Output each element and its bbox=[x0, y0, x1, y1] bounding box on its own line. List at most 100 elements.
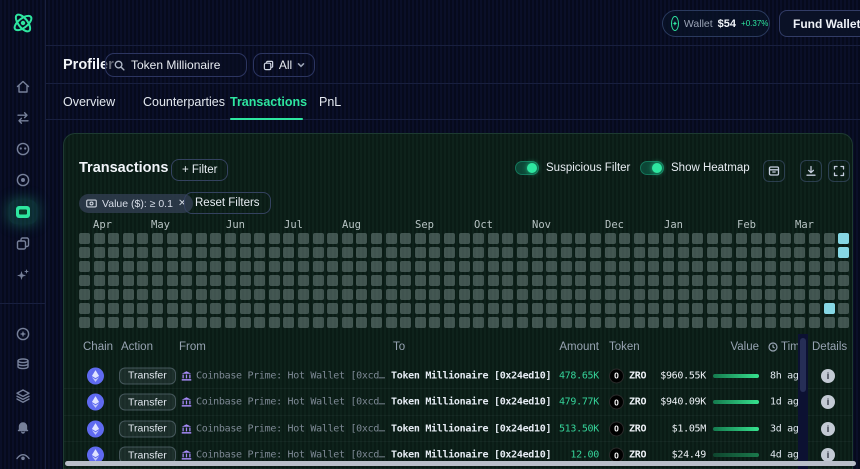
heatmap-cell[interactable] bbox=[210, 275, 221, 286]
heatmap-cell[interactable] bbox=[590, 233, 601, 244]
heatmap-cell[interactable] bbox=[794, 303, 805, 314]
heatmap-cell[interactable] bbox=[371, 261, 382, 272]
heatmap-cell[interactable] bbox=[575, 233, 586, 244]
heatmap-cell[interactable] bbox=[765, 317, 776, 328]
heatmap-cell[interactable] bbox=[459, 317, 470, 328]
heatmap-cell[interactable] bbox=[313, 247, 324, 258]
heatmap-cell[interactable] bbox=[108, 303, 119, 314]
search-input[interactable] bbox=[131, 58, 236, 72]
wallet-balance-button[interactable]: ✦ Wallet $54 +0.37% bbox=[662, 10, 770, 37]
heatmap-cell[interactable] bbox=[240, 247, 251, 258]
heatmap-cell[interactable] bbox=[137, 247, 148, 258]
heatmap-cell[interactable] bbox=[488, 317, 499, 328]
heatmap-cell[interactable] bbox=[225, 289, 236, 300]
heatmap-cell[interactable] bbox=[254, 275, 265, 286]
heatmap-cell[interactable] bbox=[371, 317, 382, 328]
details-info-button[interactable]: i bbox=[821, 369, 835, 383]
heatmap-cell[interactable] bbox=[444, 317, 455, 328]
heatmap-cell[interactable] bbox=[181, 247, 192, 258]
heatmap-cell[interactable] bbox=[459, 289, 470, 300]
heatmap-cell[interactable] bbox=[94, 275, 105, 286]
heatmap-cell[interactable] bbox=[196, 233, 207, 244]
heatmap-cell[interactable] bbox=[838, 317, 849, 328]
heatmap-cell[interactable] bbox=[663, 303, 674, 314]
heatmap-cell[interactable] bbox=[502, 275, 513, 286]
heatmap-cell[interactable] bbox=[254, 247, 265, 258]
heatmap-cell[interactable] bbox=[444, 303, 455, 314]
sidebar-item-copy[interactable] bbox=[9, 233, 37, 255]
from-address[interactable]: Coinbase Prime: Hot Wallet [0xcd… bbox=[196, 450, 388, 461]
heatmap-cell[interactable] bbox=[561, 247, 572, 258]
heatmap-cell[interactable] bbox=[488, 261, 499, 272]
toggle-track[interactable] bbox=[515, 161, 539, 175]
heatmap-cell[interactable] bbox=[356, 303, 367, 314]
heatmap-cell[interactable] bbox=[532, 317, 543, 328]
heatmap-cell[interactable] bbox=[809, 317, 820, 328]
reset-filters-button[interactable]: Reset Filters bbox=[184, 192, 271, 214]
heatmap-cell[interactable] bbox=[269, 317, 280, 328]
heatmap-cell[interactable] bbox=[210, 233, 221, 244]
heatmap-cell[interactable] bbox=[648, 261, 659, 272]
heatmap-cell[interactable] bbox=[152, 289, 163, 300]
heatmap-cell[interactable] bbox=[824, 247, 835, 258]
heatmap-cell[interactable] bbox=[298, 317, 309, 328]
heatmap-cell[interactable] bbox=[254, 303, 265, 314]
fullscreen-button[interactable] bbox=[828, 160, 850, 182]
heatmap-cell[interactable] bbox=[663, 317, 674, 328]
heatmap-cell[interactable] bbox=[269, 275, 280, 286]
heatmap-cell[interactable] bbox=[152, 303, 163, 314]
heatmap-cell[interactable] bbox=[415, 233, 426, 244]
heatmap-cell[interactable] bbox=[196, 247, 207, 258]
heatmap-cell[interactable] bbox=[488, 303, 499, 314]
heatmap-cell[interactable] bbox=[692, 247, 703, 258]
details-info-button[interactable]: i bbox=[821, 422, 835, 436]
heatmap-cell[interactable] bbox=[546, 275, 557, 286]
heatmap-cell[interactable] bbox=[824, 303, 835, 314]
heatmap-cell[interactable] bbox=[678, 247, 689, 258]
heatmap-cell[interactable] bbox=[590, 317, 601, 328]
heatmap-cell[interactable] bbox=[298, 261, 309, 272]
heatmap-cell[interactable] bbox=[371, 303, 382, 314]
heatmap-cell[interactable] bbox=[94, 247, 105, 258]
heatmap-cell[interactable] bbox=[79, 233, 90, 244]
heatmap-cell[interactable] bbox=[94, 261, 105, 272]
sidebar-item-home[interactable] bbox=[9, 76, 37, 98]
heatmap-cell[interactable] bbox=[532, 261, 543, 272]
heatmap-cell[interactable] bbox=[502, 247, 513, 258]
heatmap-cell[interactable] bbox=[765, 233, 776, 244]
heatmap-cell[interactable] bbox=[634, 303, 645, 314]
heatmap-cell[interactable] bbox=[502, 233, 513, 244]
heatmap-cell[interactable] bbox=[692, 233, 703, 244]
heatmap-cell[interactable] bbox=[313, 289, 324, 300]
heatmap-cell[interactable] bbox=[809, 261, 820, 272]
heatmap-cell[interactable] bbox=[605, 303, 616, 314]
heatmap-cell[interactable] bbox=[721, 289, 732, 300]
heatmap-cell[interactable] bbox=[765, 261, 776, 272]
heatmap-cell[interactable] bbox=[400, 247, 411, 258]
heatmap-cell[interactable] bbox=[561, 275, 572, 286]
value-filter-chip[interactable]: Value ($): ≥ 0.1 ✕ bbox=[79, 194, 193, 213]
heatmap-cell[interactable] bbox=[123, 303, 134, 314]
heatmap-cell[interactable] bbox=[240, 303, 251, 314]
archive-view-button[interactable] bbox=[763, 160, 785, 182]
heatmap-cell[interactable] bbox=[502, 261, 513, 272]
heatmap-cell[interactable] bbox=[488, 247, 499, 258]
heatmap-cell[interactable] bbox=[181, 317, 192, 328]
heatmap-cell[interactable] bbox=[283, 275, 294, 286]
heatmap-cell[interactable] bbox=[575, 303, 586, 314]
heatmap-cell[interactable] bbox=[532, 303, 543, 314]
heatmap-cell[interactable] bbox=[619, 289, 630, 300]
heatmap-cell[interactable] bbox=[356, 261, 367, 272]
heatmap-cell[interactable] bbox=[342, 275, 353, 286]
heatmap-cell[interactable] bbox=[283, 261, 294, 272]
tab-counterparties[interactable]: Counterparties bbox=[143, 84, 225, 120]
heatmap-cell[interactable] bbox=[181, 261, 192, 272]
heatmap-cell[interactable] bbox=[313, 317, 324, 328]
show-heatmap-toggle[interactable]: Show Heatmap bbox=[640, 161, 750, 175]
heatmap-cell[interactable] bbox=[473, 247, 484, 258]
heatmap-cell[interactable] bbox=[181, 303, 192, 314]
heatmap-cell[interactable] bbox=[736, 247, 747, 258]
heatmap-cell[interactable] bbox=[634, 275, 645, 286]
heatmap-cell[interactable] bbox=[473, 317, 484, 328]
heatmap-cell[interactable] bbox=[648, 303, 659, 314]
